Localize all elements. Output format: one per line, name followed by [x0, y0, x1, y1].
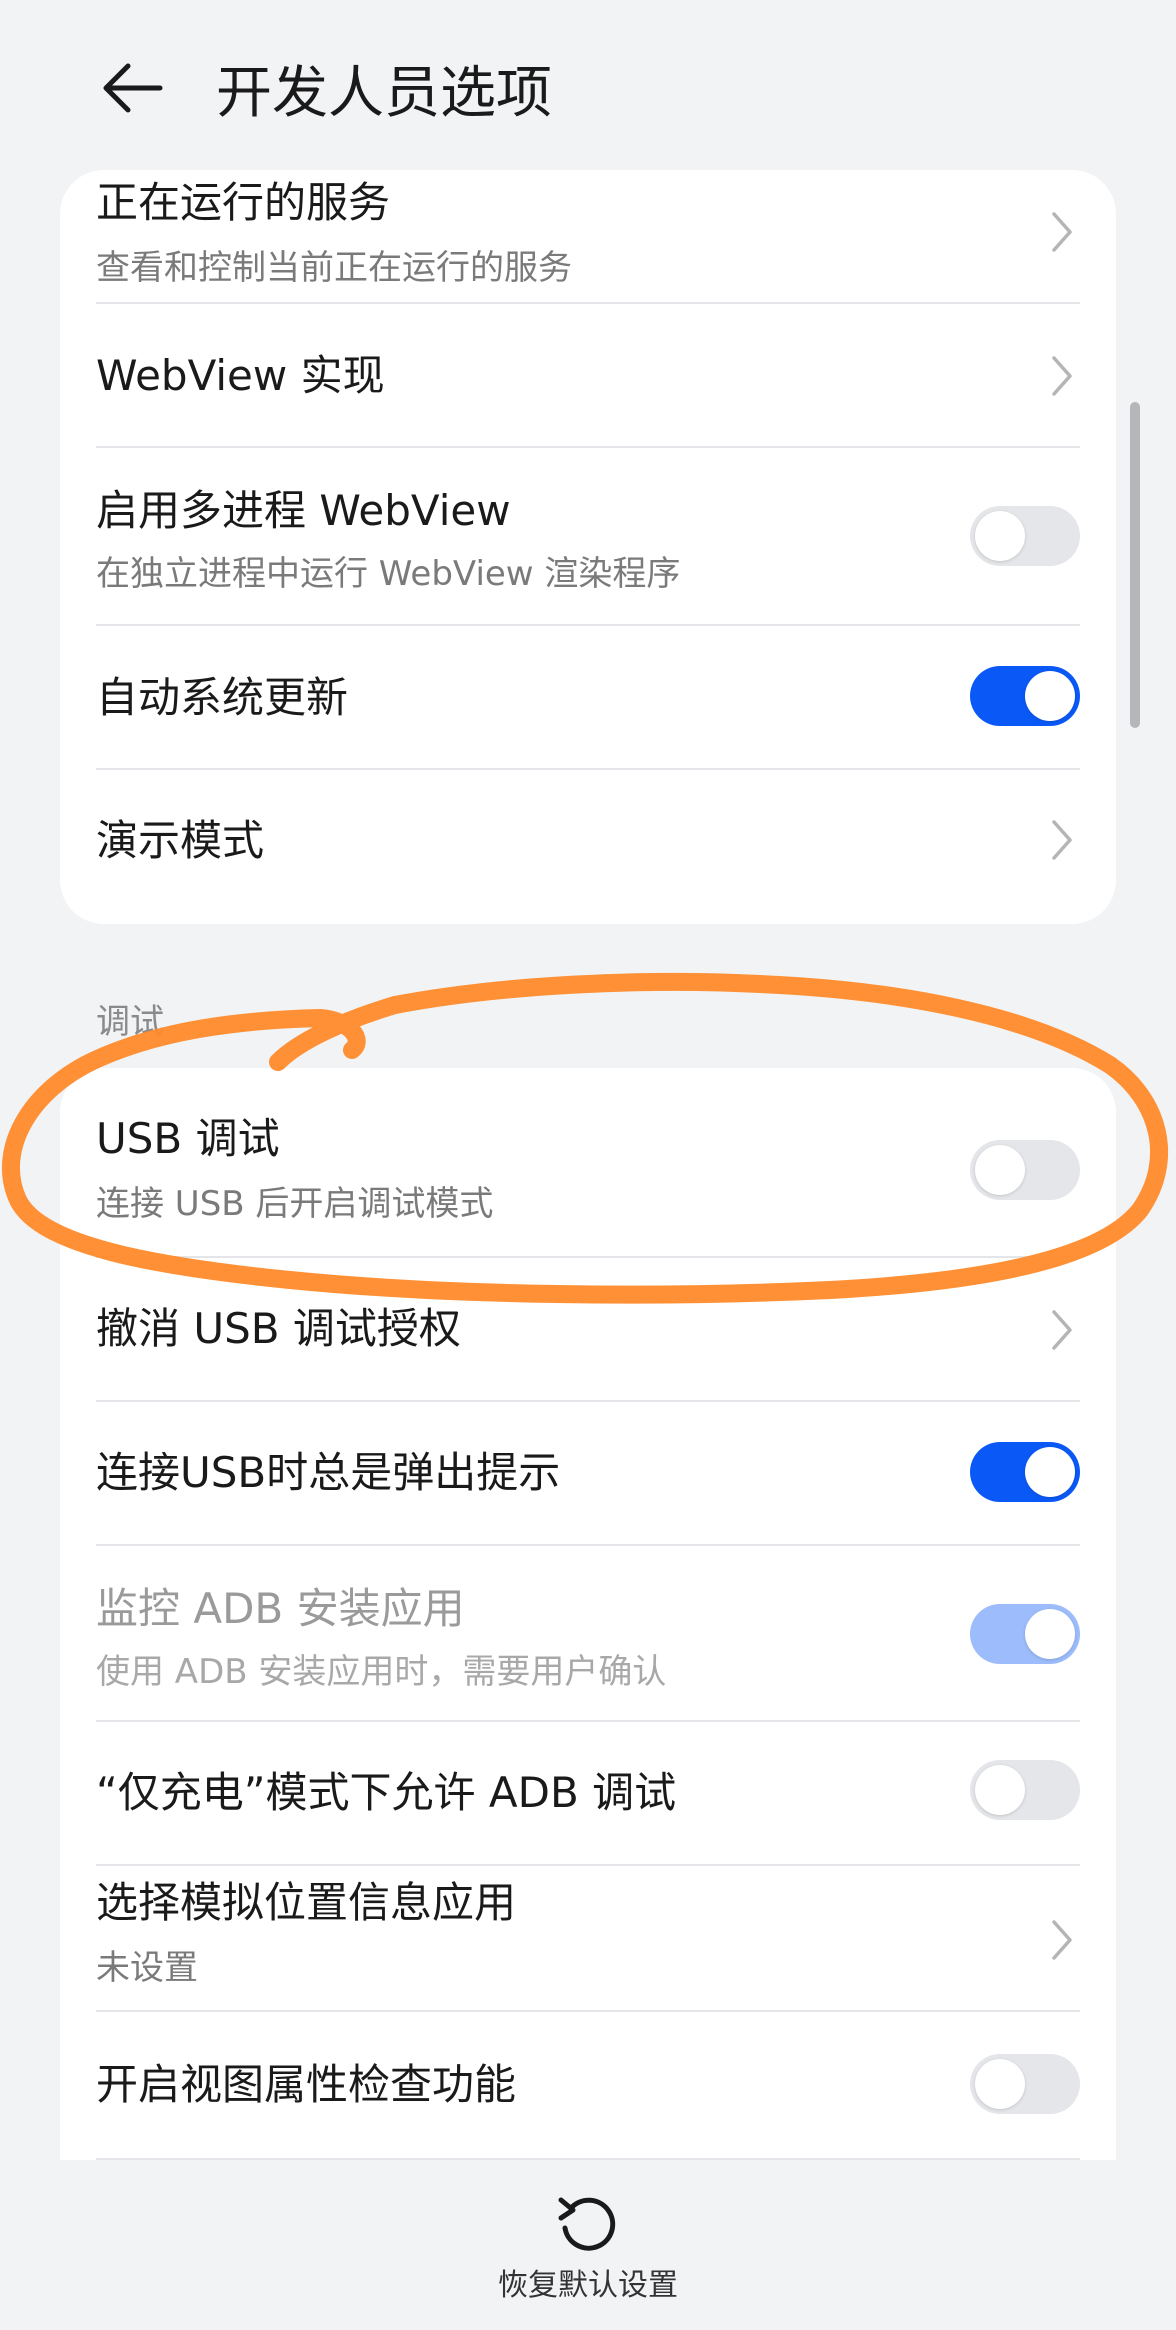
scrollbar[interactable] [1130, 402, 1140, 728]
settings-card-debug: USB 调试 连接 USB 后开启调试模式 撤消 USB 调试授权 连接USB时… [60, 1068, 1116, 2160]
page-title: 开发人员选项 [216, 61, 552, 126]
row-title: “仅充电”模式下允许 ADB 调试 [96, 1768, 677, 1817]
multiprocess-webview-toggle[interactable] [970, 506, 1080, 566]
row-auto-system-update: 自动系统更新 [60, 626, 1116, 770]
section-label-debug: 调试 [96, 1002, 164, 1042]
toggle-knob [975, 511, 1025, 561]
row-title: 演示模式 [96, 816, 265, 865]
chevron-right-icon [1052, 1310, 1072, 1350]
chevron-right-icon [1052, 212, 1072, 252]
row-title: 启用多进程 WebView [96, 486, 511, 535]
toggle-knob [975, 1765, 1025, 1815]
app-header: 开发人员选项 [0, 0, 1176, 170]
toggle-knob [975, 2059, 1025, 2109]
settings-card-general: 正在运行的服务 查看和控制当前正在运行的服务 WebView 实现 启用多进程 … [60, 170, 1116, 924]
chevron-right-icon [1052, 820, 1072, 860]
toggle-knob [1025, 671, 1075, 721]
arrow-left-icon[interactable] [96, 52, 168, 124]
row-usb-debugging: USB 调试 连接 USB 后开启调试模式 [60, 1068, 1116, 1258]
usb-debugging-toggle[interactable] [970, 1140, 1080, 1200]
row-title: 撤消 USB 调试授权 [96, 1304, 461, 1353]
row-usb-prompt: 连接USB时总是弹出提示 [60, 1402, 1116, 1546]
row-revoke-usb-auth[interactable]: 撤消 USB 调试授权 [60, 1258, 1116, 1402]
row-title: WebView 实现 [96, 351, 385, 400]
chevron-right-icon [1052, 356, 1072, 396]
chevron-right-icon [1052, 1920, 1072, 1960]
row-subtitle: 查看和控制当前正在运行的服务 [96, 248, 572, 288]
row-title: USB 调试 [96, 1114, 280, 1163]
usb-prompt-toggle[interactable] [970, 1442, 1080, 1502]
auto-system-update-toggle[interactable] [970, 666, 1080, 726]
row-title: 选择模拟位置信息应用 [96, 1878, 517, 1927]
row-title: 连接USB时总是弹出提示 [96, 1448, 561, 1497]
toggle-knob [1025, 1447, 1075, 1497]
row-subtitle: 在独立进程中运行 WebView 渲染程序 [96, 554, 681, 594]
row-title: 正在运行的服务 [96, 178, 391, 227]
row-webview-impl[interactable]: WebView 实现 [60, 304, 1116, 448]
row-running-services[interactable]: 正在运行的服务 查看和控制当前正在运行的服务 [60, 170, 1116, 304]
toggle-knob [1025, 1609, 1075, 1659]
row-charge-only-adb: “仅充电”模式下允许 ADB 调试 [60, 1722, 1116, 1866]
charge-only-adb-toggle[interactable] [970, 1760, 1080, 1820]
row-view-attribute-inspection: 开启视图属性检查功能 [60, 2012, 1116, 2160]
row-demo-mode[interactable]: 演示模式 [60, 770, 1116, 924]
view-attribute-inspection-toggle[interactable] [970, 2054, 1080, 2114]
row-subtitle: 未设置 [96, 1948, 198, 1988]
refresh-icon[interactable] [553, 2188, 623, 2258]
monitor-adb-install-toggle [970, 1604, 1080, 1664]
row-title: 自动系统更新 [96, 673, 349, 722]
toggle-knob [975, 1145, 1025, 1195]
row-subtitle: 连接 USB 后开启调试模式 [96, 1184, 494, 1224]
row-multiprocess-webview: 启用多进程 WebView 在独立进程中运行 WebView 渲染程序 [60, 448, 1116, 626]
row-title: 监控 ADB 安装应用 [96, 1584, 465, 1633]
row-monitor-adb-install: 监控 ADB 安装应用 使用 ADB 安装应用时，需要用户确认 [60, 1546, 1116, 1722]
row-title: 开启视图属性检查功能 [96, 2060, 517, 2109]
reset-defaults-button[interactable]: 恢复默认设置 [0, 2266, 1176, 2306]
row-subtitle: 使用 ADB 安装应用时，需要用户确认 [96, 1652, 667, 1692]
row-mock-location-app[interactable]: 选择模拟位置信息应用 未设置 [60, 1866, 1116, 2012]
